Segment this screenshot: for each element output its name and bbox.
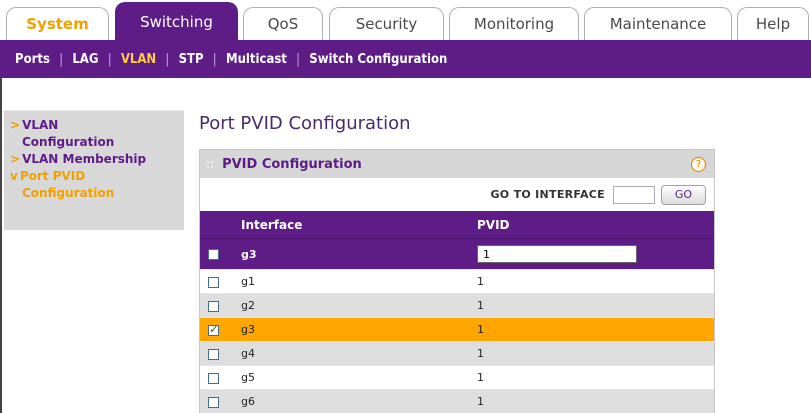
top-tab-bar: System Switching QoS Security Monitoring… <box>0 0 811 40</box>
side-item-label: Configuration <box>22 186 115 200</box>
pvid-input[interactable]: 1 <box>477 245 637 263</box>
side-item-vlan-configuration[interactable]: > VLAN Configuration <box>10 117 178 151</box>
row-checkbox[interactable] <box>208 276 219 288</box>
row-pvid: 1 <box>469 389 714 413</box>
row-checkbox[interactable] <box>208 396 219 408</box>
left-border <box>0 78 2 413</box>
table-header-row: Interface PVID <box>200 211 714 239</box>
subnav-separator: | <box>212 51 217 67</box>
row-select <box>200 389 233 413</box>
table-row[interactable]: g2 1 <box>200 293 714 318</box>
chevron-down-icon: v <box>10 169 18 183</box>
table-row[interactable]: g1 1 <box>200 269 714 294</box>
side-item-label: Configuration <box>22 135 115 149</box>
row-interface: g5 <box>233 365 469 390</box>
side-menu: > VLAN Configuration > VLAN Membership v Po… <box>4 110 184 230</box>
tab-security[interactable]: Security <box>329 7 444 40</box>
tab-help[interactable]: Help <box>737 7 809 40</box>
subnav-stp[interactable]: STP <box>179 52 204 67</box>
page-title: Port PVID Configuration <box>199 113 411 134</box>
table-row[interactable]: g5 1 <box>200 365 714 390</box>
header-interface: Interface <box>233 211 469 239</box>
table-row[interactable]: g4 1 <box>200 341 714 366</box>
row-select <box>200 269 233 294</box>
panel-title: PVID Configuration <box>222 156 362 172</box>
subnav-separator: | <box>58 51 64 67</box>
side-item-vlan-membership[interactable]: > VLAN Membership <box>10 151 178 168</box>
go-button[interactable]: GO <box>661 184 706 205</box>
row-interface: g1 <box>233 269 469 294</box>
tab-qos[interactable]: QoS <box>243 7 323 40</box>
row-interface: g3 <box>233 317 469 342</box>
subnav-vlan[interactable]: VLAN <box>121 52 156 67</box>
row-checkbox[interactable] <box>208 372 219 384</box>
edit-row-pvid-cell: 1 <box>469 238 714 270</box>
tab-maintenance[interactable]: Maintenance <box>584 7 732 40</box>
header-select <box>200 211 233 239</box>
help-icon[interactable]: ? <box>691 157 706 172</box>
table-row-selected[interactable]: g3 1 <box>200 317 714 342</box>
row-select <box>200 341 233 366</box>
row-interface: g2 <box>233 293 469 318</box>
goto-interface-label: GO TO INTERFACE <box>490 188 605 201</box>
subnav-separator: | <box>107 51 112 67</box>
chevron-right-icon: > <box>10 152 21 166</box>
row-pvid: 1 <box>469 365 714 390</box>
side-item-port-pvid-configuration[interactable]: v Port PVID Configuration <box>10 168 178 202</box>
row-select <box>200 317 233 342</box>
edit-row: g3 1 <box>200 238 714 270</box>
edit-row-select <box>200 238 233 270</box>
panel-header: :: PVID Configuration ? <box>200 150 714 178</box>
row-select <box>200 365 233 390</box>
grip-icon: :: <box>206 157 215 171</box>
subnav-lag[interactable]: LAG <box>72 52 98 67</box>
side-item-label: VLAN Membership <box>22 152 147 166</box>
subnav-multicast[interactable]: Multicast <box>226 52 287 67</box>
row-pvid: 1 <box>469 341 714 366</box>
row-checkbox[interactable] <box>208 348 219 360</box>
row-checkbox[interactable] <box>208 300 219 312</box>
subnav-separator: | <box>165 51 170 67</box>
goto-interface-row: GO TO INTERFACE GO <box>200 178 714 211</box>
chevron-right-icon: > <box>10 118 21 132</box>
tab-system[interactable]: System <box>6 7 109 40</box>
edit-row-checkbox[interactable] <box>208 249 219 260</box>
subnav-separator: | <box>295 51 301 67</box>
row-pvid: 1 <box>469 293 714 318</box>
subnav-switch-configuration[interactable]: Switch Configuration <box>309 52 447 67</box>
row-interface: g6 <box>233 389 469 413</box>
goto-interface-input[interactable] <box>613 185 655 204</box>
row-select <box>200 293 233 318</box>
row-pvid: 1 <box>469 317 714 342</box>
subnav-ports[interactable]: Ports <box>15 52 50 67</box>
edit-row-interface: g3 <box>233 238 469 270</box>
side-item-label: VLAN <box>22 118 59 132</box>
side-item-label: Port PVID <box>19 169 86 183</box>
pvid-configuration-panel: :: PVID Configuration ? GO TO INTERFACE … <box>199 149 715 413</box>
row-pvid: 1 <box>469 269 714 294</box>
tab-switching[interactable]: Switching <box>115 2 238 40</box>
pvid-table: Interface PVID g3 1 g1 1 g2 1 g3 1 g4 1 <box>200 211 714 413</box>
header-pvid: PVID <box>469 211 714 239</box>
sub-navigation: Ports | LAG | VLAN | STP | Multicast | S… <box>0 40 811 78</box>
row-checkbox[interactable] <box>208 322 219 336</box>
tab-monitoring[interactable]: Monitoring <box>449 7 579 40</box>
table-row[interactable]: g6 1 <box>200 389 714 413</box>
row-interface: g4 <box>233 341 469 366</box>
